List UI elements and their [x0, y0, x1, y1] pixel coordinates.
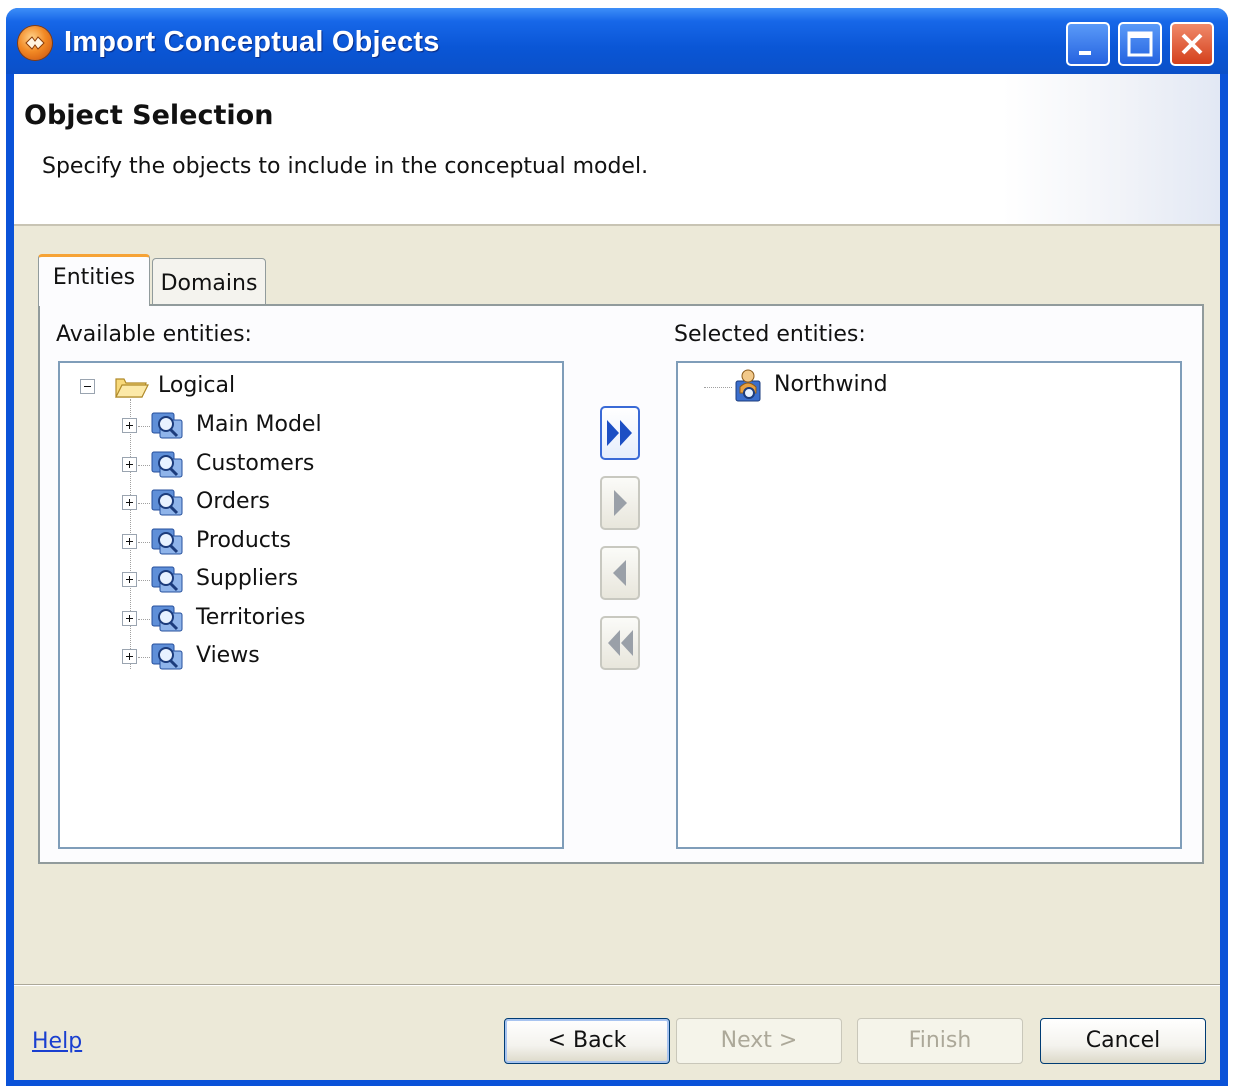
expand-icon[interactable] [122, 572, 137, 587]
tree-node-products[interactable]: Products [122, 525, 522, 559]
footer-divider [14, 984, 1220, 986]
next-button[interactable]: Next > [676, 1018, 842, 1064]
tree-node-label: Territories [196, 605, 306, 630]
window-title: Import Conceptual Objects [64, 26, 440, 58]
page-description: Specify the objects to include in the co… [42, 154, 649, 179]
tree-node-label: Products [196, 528, 291, 553]
tree-branch-line [704, 387, 732, 388]
back-button[interactable]: < Back [504, 1018, 670, 1064]
tab-domains[interactable]: Domains [152, 258, 266, 304]
tree-node-suppliers[interactable]: Suppliers [122, 563, 522, 597]
tree-branch-line [138, 465, 150, 466]
tree-node-logical[interactable]: Logical [80, 371, 480, 405]
add-all-button[interactable] [600, 406, 640, 460]
expand-icon[interactable] [122, 649, 137, 664]
selected-entities-tree[interactable]: Northwind [676, 361, 1182, 849]
model-search-icon [151, 451, 183, 478]
available-entities-label: Available entities: [56, 322, 252, 347]
dialog-window: Import Conceptual Objects Object Selecti… [6, 8, 1228, 1086]
tree-node-orders[interactable]: Orders [122, 486, 522, 520]
add-button[interactable] [600, 476, 640, 530]
tree-node-views[interactable]: Views [122, 640, 522, 674]
maximize-button[interactable] [1118, 22, 1162, 66]
tree-node-territories[interactable]: Territories [122, 602, 522, 636]
tree-node-label: Views [196, 643, 260, 668]
tree-node-label: Suppliers [196, 566, 299, 591]
entities-tab-panel: Available entities: Selected entities: L… [38, 304, 1204, 864]
close-icon [1181, 33, 1203, 55]
tab-entities[interactable]: Entities [38, 254, 150, 306]
tree-branch-line [138, 657, 150, 658]
close-button[interactable] [1170, 22, 1214, 66]
page-title: Object Selection [24, 100, 274, 131]
available-entities-tree[interactable]: Logical Main Model Customers Orders Prod… [58, 361, 564, 849]
remove-button[interactable] [600, 546, 640, 600]
remove-icon [613, 560, 626, 586]
expand-icon[interactable] [122, 534, 137, 549]
model-search-icon [151, 489, 183, 516]
maximize-icon [1127, 31, 1153, 57]
model-search-icon [151, 643, 183, 670]
dialog-body: Object Selection Specify the objects to … [14, 74, 1220, 1080]
tree-node-customers[interactable]: Customers [122, 448, 522, 482]
model-search-icon [151, 528, 183, 555]
tree-branch-line [138, 580, 150, 581]
tree-node-northwind[interactable]: Northwind [704, 369, 1144, 403]
expand-icon[interactable] [122, 495, 137, 510]
model-search-icon [151, 605, 183, 632]
collapse-icon[interactable] [80, 379, 95, 394]
remove-all-button[interactable] [600, 616, 640, 670]
tree-node-label: Orders [196, 489, 270, 514]
add-all-icon [607, 420, 632, 446]
tree-branch-line [138, 426, 150, 427]
tree-node-label: Customers [196, 451, 315, 476]
finish-button[interactable]: Finish [857, 1018, 1023, 1064]
remove-all-icon [608, 630, 633, 656]
model-person-icon [735, 369, 761, 402]
tree-branch-line [138, 503, 150, 504]
title-bar[interactable]: Import Conceptual Objects [6, 8, 1228, 74]
tree-branch-line [138, 542, 150, 543]
tree-node-main-model[interactable]: Main Model [122, 409, 522, 443]
minimize-icon [1079, 51, 1091, 55]
selected-entities-label: Selected entities: [674, 322, 866, 347]
expand-icon[interactable] [122, 611, 137, 626]
expand-icon[interactable] [122, 457, 137, 472]
help-link[interactable]: Help [32, 1029, 82, 1054]
wizard-header: Object Selection Specify the objects to … [14, 74, 1220, 226]
minimize-button[interactable] [1066, 22, 1110, 66]
tree-node-label: Logical [158, 373, 236, 398]
model-search-icon [151, 566, 183, 593]
model-search-icon [151, 412, 183, 439]
tree-node-label: Main Model [196, 412, 322, 437]
tree-branch-line [138, 619, 150, 620]
folder-open-icon [115, 378, 149, 398]
tree-node-label: Northwind [774, 372, 888, 397]
app-icon [18, 26, 52, 60]
expand-icon[interactable] [122, 418, 137, 433]
cancel-button[interactable]: Cancel [1040, 1018, 1206, 1064]
add-icon [614, 490, 627, 516]
